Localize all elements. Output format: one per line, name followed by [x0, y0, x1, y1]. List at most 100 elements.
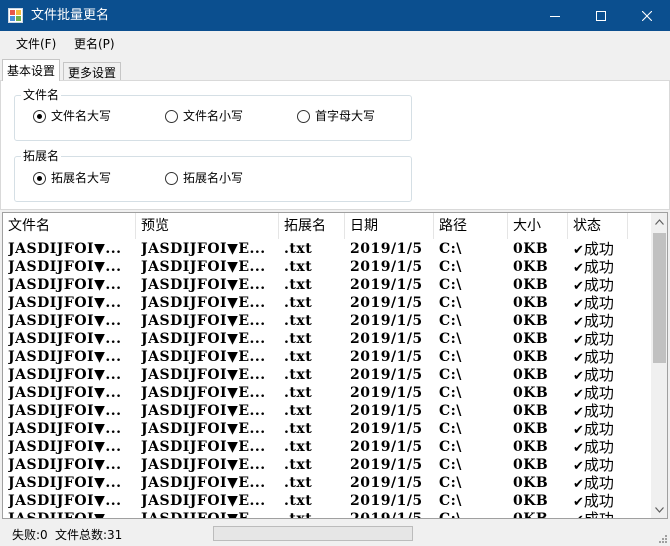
table-row[interactable]: JASDIJFOI▼... JASDIJFOI▼E... .txt 2019/1/5 C…	[3, 294, 651, 312]
column-header-status[interactable]: 状态	[568, 213, 628, 239]
status-text: 成功	[583, 330, 614, 348]
cell-preview: JASDIJFOI▼E...	[141, 457, 266, 473]
table-row[interactable]: JASDIJFOI▼... JASDIJFOI▼E... .txt 2019/1/5 C…	[3, 312, 651, 330]
cell-status: ✔成功	[573, 456, 614, 474]
cell-extension: .txt	[284, 259, 313, 275]
radio-capitalize-first[interactable]: 首字母大写	[297, 108, 375, 124]
cell-path: C:\	[439, 313, 462, 329]
status-text: 成功	[583, 492, 614, 510]
check-icon: ✔	[573, 405, 584, 420]
check-icon: ✔	[573, 333, 584, 348]
cell-path: C:\	[439, 493, 462, 509]
scroll-up-button[interactable]	[651, 213, 667, 230]
cell-size: 0KB	[513, 295, 549, 311]
cell-size: 0KB	[513, 475, 549, 491]
status-text: 成功	[583, 258, 614, 276]
cell-date: 2019/1/5	[350, 331, 423, 347]
check-icon: ✔	[573, 297, 584, 312]
tab-basic-settings[interactable]: 基本设置	[2, 59, 61, 81]
cell-path: C:\	[439, 295, 462, 311]
scroll-down-button[interactable]	[651, 501, 667, 518]
title-bar[interactable]: 文件批量更名	[0, 0, 670, 31]
cell-status: ✔成功	[573, 258, 614, 276]
radio-extension-upper[interactable]: 拓展名大写	[33, 170, 111, 186]
table-row[interactable]: JASDIJFOI▼... JASDIJFOI▼E... .txt 2019/1/5 C…	[3, 456, 651, 474]
close-button[interactable]	[624, 0, 670, 31]
cell-preview: JASDIJFOI▼E...	[141, 295, 266, 311]
status-bar: 失败:0 文件总数:31	[0, 522, 670, 546]
scroll-thumb[interactable]	[653, 233, 666, 363]
cell-date: 2019/1/5	[350, 439, 423, 455]
cell-size: 0KB	[513, 421, 549, 437]
table-row[interactable]: JASDIJFOI▼... JASDIJFOI▼E... .txt 2019/1/5 C…	[3, 366, 651, 384]
cell-extension: .txt	[284, 439, 313, 455]
radio-filename-upper[interactable]: 文件名大写	[33, 108, 111, 124]
menu-rename[interactable]: 更名(P)	[74, 36, 115, 52]
table-row[interactable]: JASDIJFOI▼... JASDIJFOI▼E... .txt 2019/1/5 C…	[3, 330, 651, 348]
cell-size: 0KB	[513, 349, 549, 365]
cell-date: 2019/1/5	[350, 367, 423, 383]
status-text: 成功	[583, 438, 614, 456]
cell-filename: JASDIJFOI▼...	[8, 367, 122, 383]
cell-path: C:\	[439, 241, 462, 257]
cell-size: 0KB	[513, 385, 549, 401]
cell-date: 2019/1/5	[350, 475, 423, 491]
table-row[interactable]: JASDIJFOI▼... JASDIJFOI▼E... .txt 2019/1/5 C…	[3, 276, 651, 294]
column-header-filename[interactable]: 文件名	[3, 213, 136, 239]
size-grip-icon[interactable]	[658, 534, 668, 544]
cell-preview: JASDIJFOI▼E...	[141, 241, 266, 257]
minimize-button[interactable]	[532, 0, 578, 31]
menu-file[interactable]: 文件(F)	[16, 36, 56, 52]
cell-filename: JASDIJFOI▼...	[8, 241, 122, 257]
cell-status: ✔成功	[573, 384, 614, 402]
column-header-size[interactable]: 大小	[508, 213, 568, 239]
maximize-button[interactable]	[578, 0, 624, 31]
table-row[interactable]: JASDIJFOI▼... JASDIJFOI▼E... .txt 2019/1/5 C…	[3, 402, 651, 420]
radio-extension-lower[interactable]: 拓展名小写	[165, 170, 243, 186]
cell-status: ✔成功	[573, 510, 614, 518]
vertical-scrollbar[interactable]	[651, 213, 667, 518]
column-header-path[interactable]: 路径	[434, 213, 508, 239]
fail-count: 失败:0	[12, 528, 48, 542]
table-row[interactable]: JASDIJFOI▼... JASDIJFOI▼E... .txt 2019/1/5 C…	[3, 438, 651, 456]
cell-filename: JASDIJFOI▼...	[8, 475, 122, 491]
cell-size: 0KB	[513, 403, 549, 419]
table-row[interactable]: JASDIJFOI▼... JASDIJFOI▼E... .txt 2019/1/5 C…	[3, 348, 651, 366]
table-row[interactable]: JASDIJFOI▼... JASDIJFOI▼E... .txt 2019/1/5 C…	[3, 510, 651, 519]
cell-preview: JASDIJFOI▼E...	[141, 511, 266, 519]
cell-date: 2019/1/5	[350, 493, 423, 509]
cell-extension: .txt	[284, 511, 313, 519]
table-row[interactable]: JASDIJFOI▼... JASDIJFOI▼E... .txt 2019/1/5 C…	[3, 420, 651, 438]
column-header-preview[interactable]: 预览	[136, 213, 279, 239]
cell-size: 0KB	[513, 259, 549, 275]
cell-preview: JASDIJFOI▼E...	[141, 385, 266, 401]
file-list-header: 文件名 预览 拓展名 日期 路径 大小 状态	[3, 213, 651, 239]
table-row[interactable]: JASDIJFOI▼... JASDIJFOI▼E... .txt 2019/1/5 C…	[3, 492, 651, 510]
scroll-down-icon	[655, 506, 664, 513]
cell-preview: JASDIJFOI▼E...	[141, 403, 266, 419]
cell-preview: JASDIJFOI▼E...	[141, 439, 266, 455]
check-icon: ✔	[573, 351, 584, 366]
table-row[interactable]: JASDIJFOI▼... JASDIJFOI▼E... .txt 2019/1/5 C…	[3, 384, 651, 402]
file-list[interactable]: 文件名 预览 拓展名 日期 路径 大小 状态 JASDIJFOI▼... JASD…	[2, 212, 668, 519]
column-header-date[interactable]: 日期	[345, 213, 434, 239]
tab-more-settings[interactable]: 更多设置	[63, 62, 122, 81]
table-row[interactable]: JASDIJFOI▼... JASDIJFOI▼E... .txt 2019/1/5 C…	[3, 240, 651, 258]
cell-path: C:\	[439, 385, 462, 401]
status-text: 成功	[583, 240, 614, 258]
cell-size: 0KB	[513, 277, 549, 293]
table-row[interactable]: JASDIJFOI▼... JASDIJFOI▼E... .txt 2019/1/5 C…	[3, 474, 651, 492]
cell-status: ✔成功	[573, 492, 614, 510]
column-header-extension[interactable]: 拓展名	[279, 213, 345, 239]
cell-date: 2019/1/5	[350, 403, 423, 419]
total-file-count: 文件总数:31	[55, 528, 123, 542]
check-icon: ✔	[573, 459, 584, 474]
cell-extension: .txt	[284, 475, 313, 491]
cell-extension: .txt	[284, 403, 313, 419]
cell-extension: .txt	[284, 421, 313, 437]
radio-label: 文件名大写	[51, 109, 112, 123]
radio-filename-lower[interactable]: 文件名小写	[165, 108, 243, 124]
check-icon: ✔	[573, 387, 584, 402]
table-row[interactable]: JASDIJFOI▼... JASDIJFOI▼E... .txt 2019/1/5 C…	[3, 258, 651, 276]
app-icon	[8, 8, 23, 23]
